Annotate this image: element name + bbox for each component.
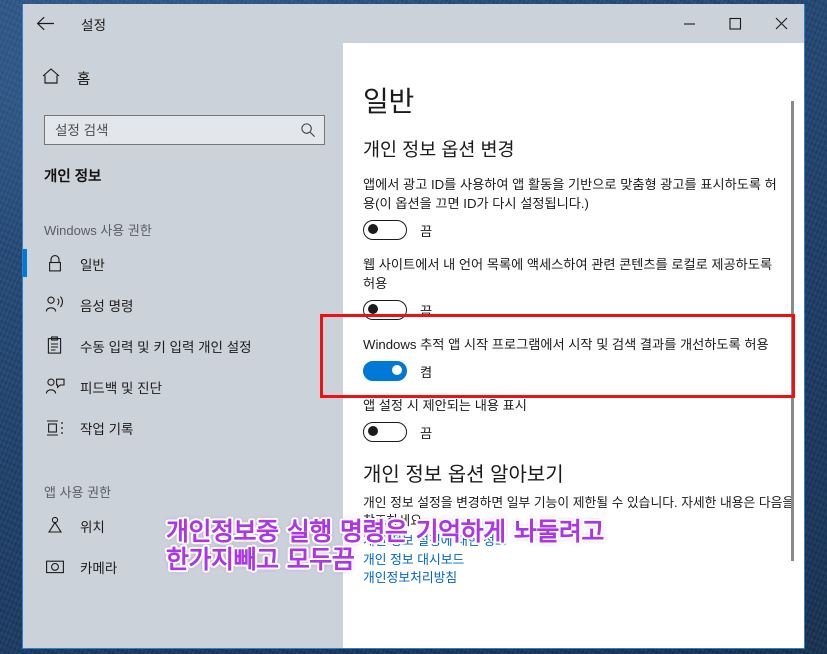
feedback-icon xyxy=(44,377,65,396)
title-bar: 설정 xyxy=(23,4,804,43)
toggle-state-label: 끔 xyxy=(420,303,433,319)
sidebar-item-label: 위치 xyxy=(80,519,105,535)
option-toggle-row[interactable]: 끔 xyxy=(363,220,804,240)
sidebar-item-label: 카메라 xyxy=(80,560,118,576)
close-icon[interactable] xyxy=(758,4,804,43)
toggle-knob xyxy=(368,304,378,315)
location-icon xyxy=(44,516,65,535)
sidebar-item-general[interactable]: 일반 xyxy=(23,243,343,284)
home-icon xyxy=(41,67,61,90)
sidebar-group-title-app-permissions: 앱 사용 권한 xyxy=(44,485,112,500)
sidebar-item-activity-history[interactable]: 작업 기록 xyxy=(23,407,343,448)
sidebar-item-inking-typing[interactable]: 수동 입력 및 키 입력 개인 설정 xyxy=(23,325,343,366)
sidebar-category-title: 개인 정보 xyxy=(44,169,102,185)
search-input[interactable] xyxy=(55,122,300,138)
sidebar-group-title-windows-permissions: Windows 사용 권한 xyxy=(44,223,152,238)
window-title: 설정 xyxy=(81,17,107,33)
option-description: 앱 설정 시 제안되는 내용 표시 xyxy=(363,398,527,413)
annotation-line-2: 한가지빼고 모두끔 xyxy=(166,545,355,574)
search-icon[interactable] xyxy=(300,122,316,138)
option-toggle-row[interactable]: 끔 xyxy=(363,422,804,442)
toggle-knob xyxy=(368,426,378,437)
option-description: Windows 추적 앱 시작 프로그램에서 시작 및 검색 결과를 개선하도록… xyxy=(363,337,769,352)
option-toggle-row[interactable]: 끔 xyxy=(363,300,804,320)
sidebar-item-voice[interactable]: 음성 명령 xyxy=(23,284,343,325)
sidebar-item-label: 수동 입력 및 키 입력 개인 설정 xyxy=(80,339,252,355)
activity-history-icon xyxy=(44,419,65,437)
privacy-option-suggested-content: 앱 설정 시 제안되는 내용 표시 끔 xyxy=(363,396,804,442)
sidebar-item-label: 일반 xyxy=(80,257,105,273)
annotation-line-1: 개인정보중 실행 명령은 기억하게 놔둘려고 xyxy=(166,517,604,546)
toggle-advertising-id[interactable] xyxy=(363,220,407,240)
vertical-scrollbar[interactable] xyxy=(791,101,794,561)
voice-icon xyxy=(44,295,65,314)
toggle-app-launch-tracking[interactable] xyxy=(363,361,407,381)
toggle-knob xyxy=(392,365,402,376)
lock-icon xyxy=(44,254,65,273)
sidebar-item-label: 음성 명령 xyxy=(80,298,134,314)
option-description: 앱에서 광고 ID를 사용하여 앱 활동을 기반으로 맞춤형 광고를 표시하도록… xyxy=(363,177,777,211)
sidebar-item-label: 작업 기록 xyxy=(80,421,134,437)
sidebar-item-label: 피드백 및 진단 xyxy=(80,380,163,396)
page-title: 일반 xyxy=(363,86,414,117)
search-box[interactable] xyxy=(44,115,325,145)
toggle-language-list[interactable] xyxy=(363,300,407,320)
toggle-state-label: 켬 xyxy=(420,364,433,380)
clipboard-icon xyxy=(44,336,65,355)
sidebar-item-feedback-diagnostics[interactable]: 피드백 및 진단 xyxy=(23,366,343,407)
annotation-overlay: 개인정보중 실행 명령은 기억하게 놔둘려고 한가지빼고 모두끔 xyxy=(166,518,604,574)
maximize-icon[interactable] xyxy=(712,4,758,43)
home-label: 홈 xyxy=(77,71,91,88)
toggle-suggested-content[interactable] xyxy=(363,422,407,442)
back-arrow-icon[interactable] xyxy=(23,4,67,43)
section-title: 개인 정보 옵션 변경 xyxy=(363,139,515,160)
minimize-icon[interactable] xyxy=(666,4,712,43)
learn-more-title: 개인 정보 옵션 알아보기 xyxy=(363,464,564,486)
camera-icon xyxy=(44,558,65,575)
toggle-knob xyxy=(368,224,378,235)
option-toggle-row[interactable]: 켬 xyxy=(363,361,804,381)
toggle-state-label: 끔 xyxy=(420,223,433,239)
window-controls xyxy=(666,4,804,43)
privacy-option-language-list: 웹 사이트에서 내 언어 목록에 액세스하여 관련 콘텐츠를 로컬로 제공하도록… xyxy=(363,255,804,320)
toggle-state-label: 끔 xyxy=(420,425,433,441)
privacy-option-advertising-id: 앱에서 광고 ID를 사용하여 앱 활동을 기반으로 맞춤형 광고를 표시하도록… xyxy=(363,175,804,240)
option-description: 웹 사이트에서 내 언어 목록에 액세스하여 관련 콘텐츠를 로컬로 제공하도록… xyxy=(363,257,773,291)
sidebar-item-home[interactable]: 홈 xyxy=(23,59,343,97)
privacy-option-app-launch-tracking: Windows 추적 앱 시작 프로그램에서 시작 및 검색 결과를 개선하도록… xyxy=(363,335,804,381)
